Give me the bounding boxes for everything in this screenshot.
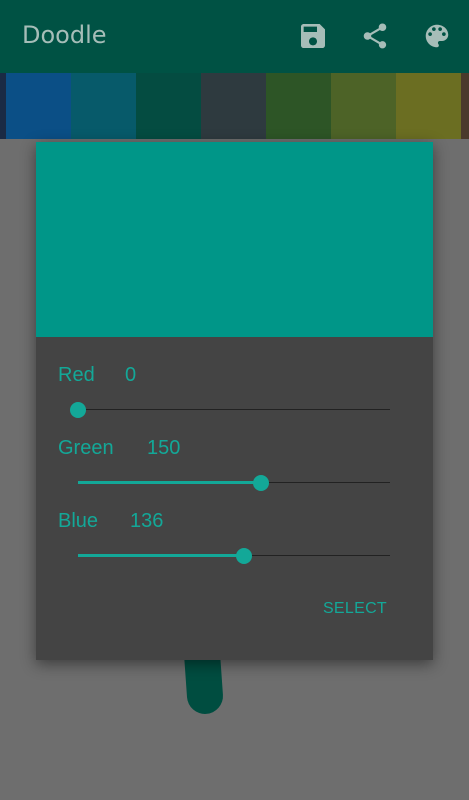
- blue-slider[interactable]: [78, 546, 390, 566]
- palette-swatch[interactable]: [331, 73, 396, 139]
- palette-icon[interactable]: [420, 19, 454, 53]
- green-row-label: Green 150: [58, 437, 180, 460]
- palette-swatch[interactable]: [71, 73, 136, 139]
- color-picker-dialog: Red 0 Green 150 Blue 136 SELECT: [36, 142, 433, 660]
- palette-swatch[interactable]: [6, 73, 71, 139]
- blue-row-label: Blue 136: [58, 510, 163, 533]
- blue-value: 136: [130, 510, 164, 532]
- palette-swatch[interactable]: [266, 73, 331, 139]
- green-slider[interactable]: [78, 473, 390, 493]
- select-button[interactable]: SELECT: [323, 600, 387, 618]
- color-preview: [36, 142, 433, 337]
- palette-swatch[interactable]: [461, 73, 469, 139]
- blue-slider-fill: [78, 554, 244, 557]
- green-slider-fill: [78, 481, 261, 484]
- color-palette: [0, 73, 469, 139]
- green-value: 150: [147, 437, 181, 459]
- palette-swatch[interactable]: [396, 73, 461, 139]
- green-label: Green: [58, 437, 114, 459]
- red-slider-track: [78, 409, 390, 410]
- red-label: Red: [58, 364, 95, 386]
- green-slider-thumb[interactable]: [253, 475, 269, 491]
- red-value: 0: [125, 364, 137, 386]
- share-icon[interactable]: [358, 19, 392, 53]
- red-row-label: Red 0: [58, 364, 136, 387]
- app-title: Doodle: [22, 21, 107, 49]
- red-slider[interactable]: [70, 400, 390, 420]
- app-bar: Doodle: [0, 0, 469, 73]
- palette-swatch[interactable]: [201, 73, 266, 139]
- save-icon[interactable]: [296, 19, 330, 53]
- blue-label: Blue: [58, 510, 99, 532]
- palette-swatch[interactable]: [136, 73, 201, 139]
- blue-slider-thumb[interactable]: [236, 548, 252, 564]
- red-slider-thumb[interactable]: [70, 402, 86, 418]
